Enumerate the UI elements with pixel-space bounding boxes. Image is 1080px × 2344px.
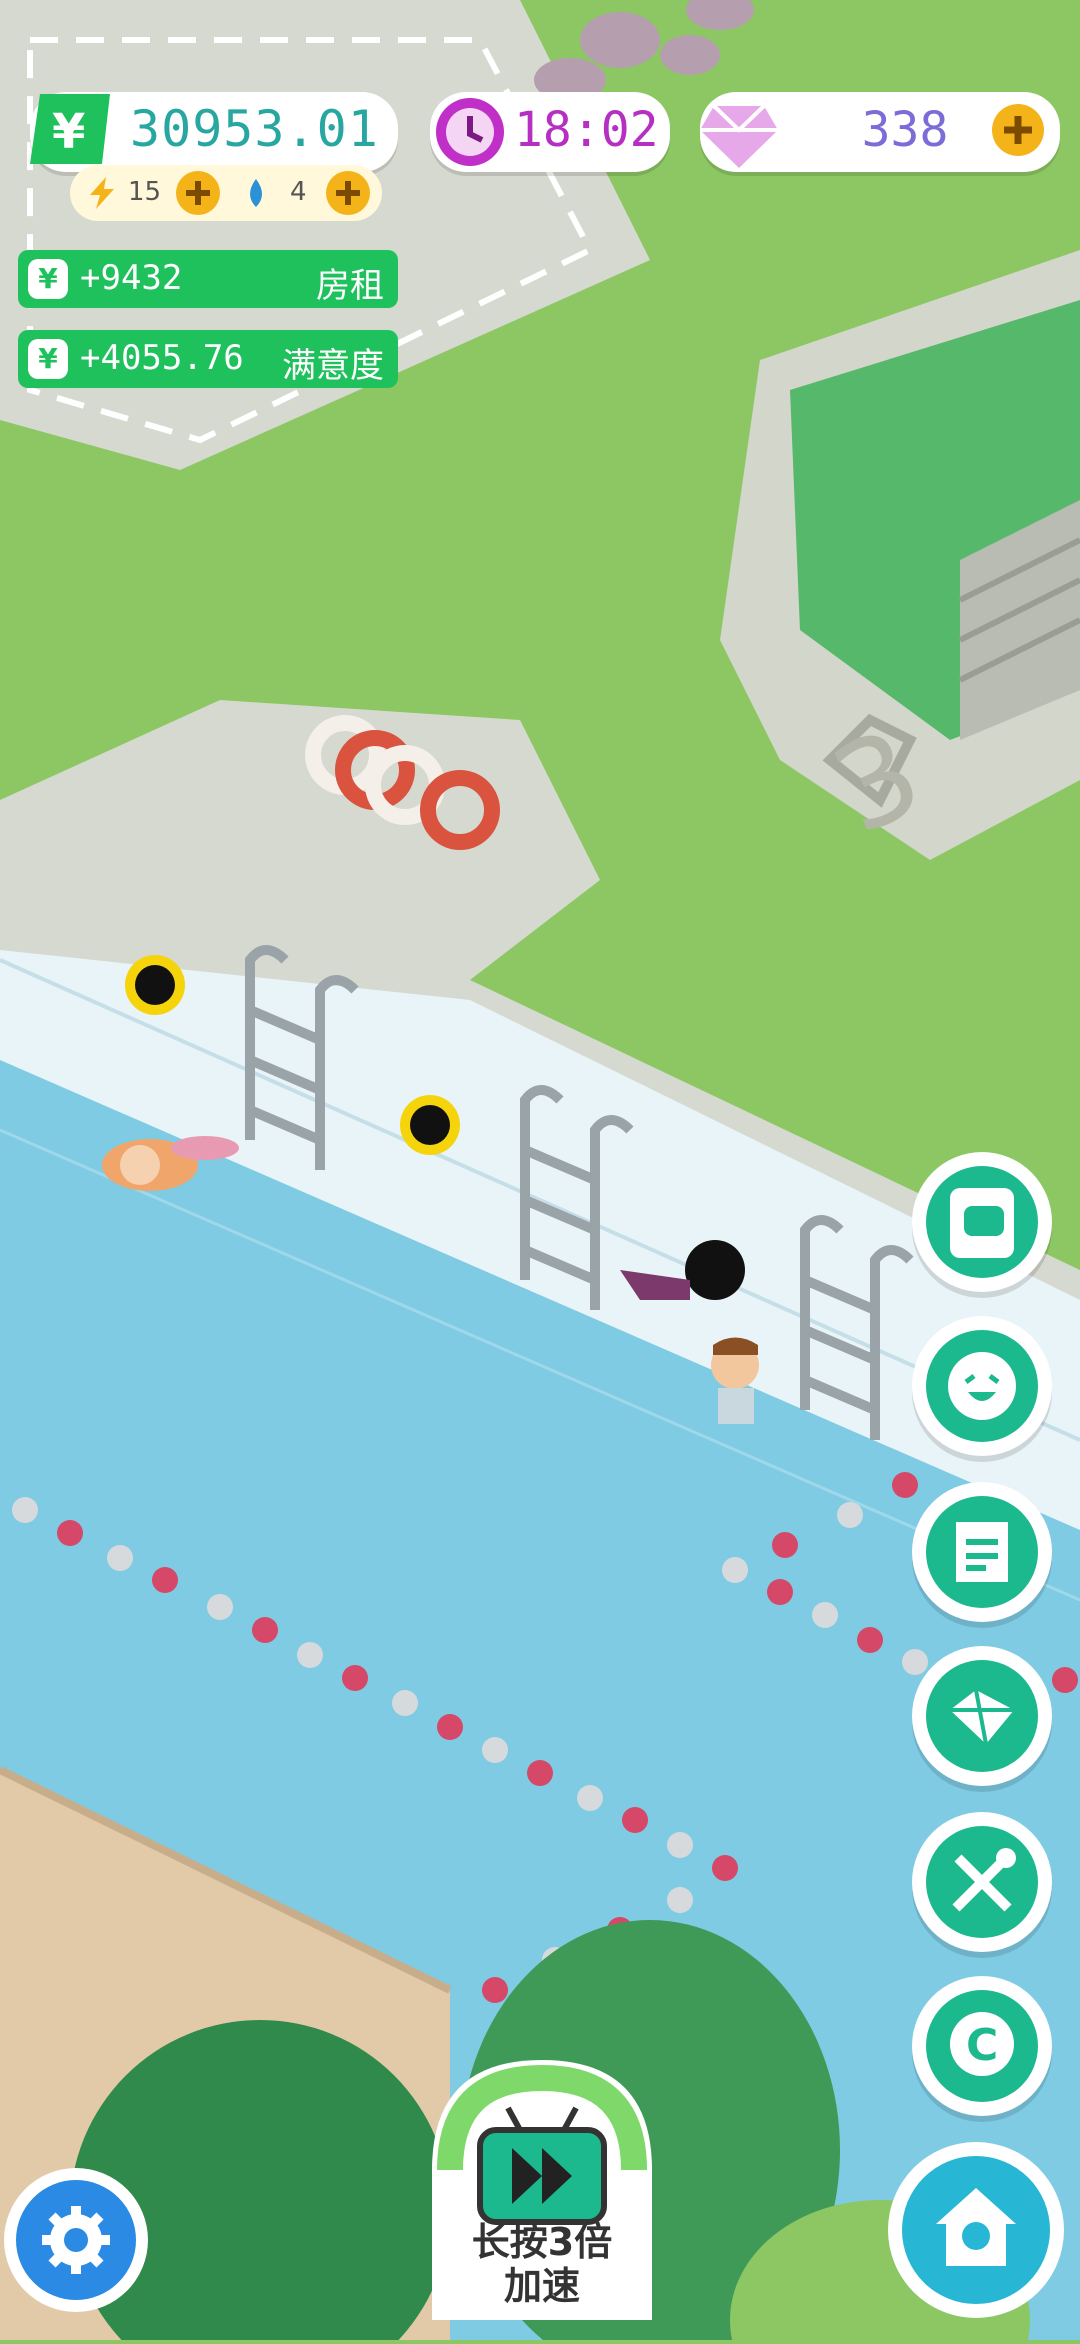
lightning-icon [90,177,114,209]
add-water-button[interactable] [324,169,372,217]
coin-button[interactable]: C [912,1976,1052,2116]
add-energy-button[interactable] [174,169,222,217]
smiley-icon [948,1352,1016,1420]
house-icon [936,2188,1016,2266]
water-value: 4 [290,177,307,207]
svg-text:C: C [966,2020,998,2071]
gem-counter: 338 [700,92,1060,172]
energy-value: 15 [128,177,162,207]
game-clock: 18:02 [430,92,670,172]
yen-icon: ¥ [28,339,68,379]
settings-button[interactable] [4,2168,148,2312]
money-counter: ¥ 30953.01 [30,92,398,172]
home-button[interactable] [888,2142,1064,2318]
rent-income-row: ¥ +9432 房租 [18,250,398,308]
satisfaction-income-label: 满意度 [282,346,384,386]
speed-up-button[interactable]: 长按3倍 加速 [420,2050,664,2330]
satisfaction-income-amount: +4055.76 [80,338,244,378]
gem-shop-button[interactable] [912,1646,1052,1786]
rent-income-label: 房租 [316,266,384,306]
tools-icon [952,1848,1016,1912]
build-button[interactable] [912,1812,1052,1952]
resource-bar: 15 4 [70,165,382,221]
speech-card-icon [950,1188,1014,1258]
gem-icon [700,104,778,168]
rent-income-amount: +9432 [80,258,183,298]
money-value: 30953.01 [130,100,379,158]
coin-c-icon: C [950,2012,1014,2076]
speed-up-label-line1: 长按3倍 [471,2220,613,2264]
speed-up-label: 长按3倍 加速 [420,2220,664,2308]
chat-button[interactable] [912,1152,1052,1292]
gem-value: 338 [861,102,949,158]
yen-icon: ¥ [28,259,68,299]
time-value: 18:02 [514,102,659,158]
svg-text:¥: ¥ [52,104,85,160]
gem-icon [950,1689,1014,1745]
speed-up-label-line2: 加速 [503,2264,580,2308]
emoji-button[interactable] [912,1316,1052,1456]
yen-icon: ¥ [30,94,110,164]
clock-icon [436,98,504,166]
water-drop-icon [250,179,262,207]
tasks-button[interactable] [912,1482,1052,1622]
gear-icon [42,2206,110,2274]
satisfaction-income-row: ¥ +4055.76 满意度 [18,330,398,388]
notes-icon [956,1522,1008,1582]
add-gems-button[interactable] [990,102,1046,158]
